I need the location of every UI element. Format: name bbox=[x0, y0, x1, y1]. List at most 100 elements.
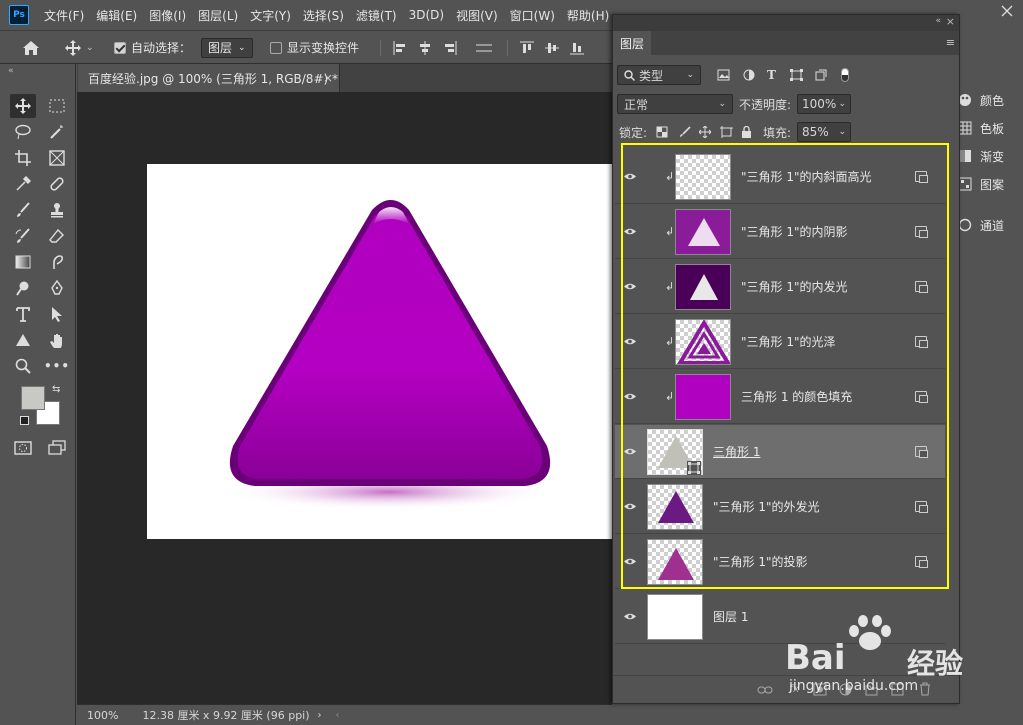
eye-icon[interactable] bbox=[623, 282, 637, 291]
opacity-input[interactable]: 100% ⌄ bbox=[797, 94, 851, 114]
foreground-color-swatch[interactable] bbox=[21, 386, 45, 410]
shape-filter-icon[interactable] bbox=[790, 69, 803, 81]
swap-colors-icon[interactable]: ⇆ bbox=[52, 384, 60, 395]
lock-pixels-icon[interactable] bbox=[679, 126, 691, 138]
menu-image[interactable]: 图像(I) bbox=[143, 7, 192, 24]
menu-help[interactable]: 帮助(H) bbox=[561, 7, 615, 24]
layer-row[interactable]: ↲ "三角形 1"的内阴影 bbox=[615, 205, 945, 259]
auto-select-checkbox[interactable]: 自动选择： bbox=[114, 31, 191, 64]
smudge-tool[interactable] bbox=[44, 250, 70, 274]
link-icon[interactable] bbox=[757, 685, 773, 695]
blend-mode-dropdown[interactable]: 正常 ⌄ bbox=[617, 94, 733, 114]
pen-tool[interactable] bbox=[44, 276, 70, 300]
stamp-tool[interactable] bbox=[44, 198, 70, 222]
adjustment-filter-icon[interactable] bbox=[743, 69, 755, 81]
filter-kind-dropdown[interactable]: 类型 ⌄ bbox=[617, 65, 701, 85]
dock-patterns[interactable]: 图案 bbox=[958, 172, 1004, 196]
fill-input[interactable]: 85% ⌄ bbox=[797, 122, 851, 142]
align-center-icon[interactable] bbox=[418, 40, 432, 55]
eye-icon[interactable] bbox=[623, 227, 637, 236]
layer-row[interactable]: "三角形 1"的投影 bbox=[615, 535, 945, 589]
layer-row[interactable]: "三角形 1"的外发光 bbox=[615, 480, 945, 534]
lock-position-icon[interactable] bbox=[699, 126, 711, 138]
home-button[interactable] bbox=[22, 31, 40, 64]
align-left-icon[interactable] bbox=[393, 40, 407, 55]
layer-row[interactable]: ↲ 三角形 1 的颜色填充 bbox=[615, 370, 945, 424]
type-tool[interactable] bbox=[10, 302, 36, 326]
filter-toggle-switch[interactable] bbox=[841, 68, 849, 82]
zoom-tool[interactable] bbox=[10, 354, 36, 378]
layer-row-selected[interactable]: 三角形 1 bbox=[615, 425, 945, 479]
menu-window[interactable]: 窗口(W) bbox=[504, 7, 561, 24]
move-tool[interactable] bbox=[10, 94, 36, 118]
tab-layers[interactable]: 图层 bbox=[613, 31, 651, 55]
frame-tool[interactable] bbox=[44, 146, 70, 170]
hand-tool[interactable] bbox=[44, 328, 70, 352]
crop-tool[interactable] bbox=[10, 146, 36, 170]
menu-filter[interactable]: 滤镜(T) bbox=[350, 7, 403, 24]
eye-icon[interactable] bbox=[623, 392, 637, 401]
menu-view[interactable]: 视图(V) bbox=[450, 7, 504, 24]
collapse-icon[interactable]: « bbox=[8, 66, 14, 76]
panel-menu-icon[interactable]: ≡ bbox=[946, 36, 955, 49]
dodge-tool[interactable] bbox=[10, 276, 36, 300]
dock-channels[interactable]: 通道 bbox=[958, 213, 1004, 237]
healing-brush-tool[interactable] bbox=[44, 172, 70, 196]
screen-mode-button[interactable] bbox=[44, 436, 70, 460]
pixel-filter-icon[interactable] bbox=[717, 69, 730, 81]
eraser-tool[interactable] bbox=[44, 224, 70, 248]
gradient-tool[interactable] bbox=[10, 250, 36, 274]
lock-artboard-icon[interactable] bbox=[720, 126, 733, 138]
more-tools-button[interactable]: ••• bbox=[44, 354, 70, 378]
chevron-right-icon[interactable]: › bbox=[318, 710, 322, 721]
align-bottom-icon[interactable] bbox=[570, 41, 584, 55]
auto-select-dropdown[interactable]: 图层 ⌄ bbox=[201, 31, 253, 64]
document-canvas[interactable] bbox=[147, 164, 612, 539]
menu-type[interactable]: 文字(Y) bbox=[244, 7, 297, 24]
align-right-icon[interactable] bbox=[443, 40, 457, 55]
collapse-panel-icon[interactable]: « bbox=[935, 16, 941, 26]
eye-icon[interactable] bbox=[623, 612, 637, 621]
eye-icon[interactable] bbox=[623, 447, 637, 456]
eyedropper-tool[interactable] bbox=[10, 172, 36, 196]
scroll-left-icon[interactable]: ‹ bbox=[336, 710, 340, 721]
menu-layer[interactable]: 图层(L) bbox=[192, 7, 244, 24]
show-transform-checkbox[interactable]: 显示变换控件 bbox=[270, 31, 359, 64]
type-filter-icon[interactable]: T bbox=[767, 68, 776, 82]
history-brush-tool[interactable] bbox=[10, 224, 36, 248]
default-colors-icon[interactable] bbox=[20, 416, 29, 425]
eye-icon[interactable] bbox=[623, 337, 637, 346]
layer-row[interactable]: ↲ "三角形 1"的内斜面高光 bbox=[615, 150, 945, 204]
dock-gradients[interactable]: 渐变 bbox=[958, 144, 1004, 168]
lasso-tool[interactable] bbox=[10, 120, 36, 144]
lock-all-icon[interactable] bbox=[741, 126, 752, 138]
eye-icon[interactable] bbox=[623, 502, 637, 511]
menu-file[interactable]: 文件(F) bbox=[38, 7, 90, 24]
brush-tool[interactable] bbox=[10, 198, 36, 222]
close-icon[interactable]: × bbox=[323, 71, 333, 85]
align-top-icon[interactable] bbox=[520, 41, 534, 55]
menu-edit[interactable]: 编辑(E) bbox=[90, 7, 143, 24]
magic-wand-tool[interactable] bbox=[44, 120, 70, 144]
layer-row[interactable]: ↲ "三角形 1"的内发光 bbox=[615, 260, 945, 314]
lock-transparent-icon[interactable] bbox=[656, 126, 668, 138]
zoom-level[interactable]: 100% bbox=[87, 709, 118, 722]
menu-3d[interactable]: 3D(D) bbox=[403, 8, 450, 22]
window-close-button[interactable] bbox=[990, 0, 1023, 22]
eye-icon[interactable] bbox=[623, 172, 637, 181]
document-tab[interactable]: 百度经验.jpg @ 100% (三角形 1, RGB/8#) * × bbox=[78, 64, 340, 92]
shape-tool[interactable] bbox=[10, 328, 36, 352]
distribute-icon[interactable] bbox=[476, 41, 492, 55]
layer-row[interactable]: ↲ "三角形 1"的光泽 bbox=[615, 315, 945, 369]
align-middle-icon[interactable] bbox=[545, 41, 559, 55]
close-icon[interactable]: × bbox=[946, 15, 955, 28]
path-selection-tool[interactable] bbox=[44, 302, 70, 326]
marquee-tool[interactable] bbox=[44, 94, 70, 118]
smart-object-filter-icon[interactable] bbox=[815, 69, 827, 81]
menu-select[interactable]: 选择(S) bbox=[297, 7, 350, 24]
quick-mask-button[interactable] bbox=[10, 436, 36, 460]
move-tool-preset[interactable]: ⌄ bbox=[64, 31, 94, 64]
dock-swatches[interactable]: 色板 bbox=[958, 116, 1004, 140]
dock-color[interactable]: 颜色 bbox=[958, 88, 1004, 112]
eye-icon[interactable] bbox=[623, 557, 637, 566]
